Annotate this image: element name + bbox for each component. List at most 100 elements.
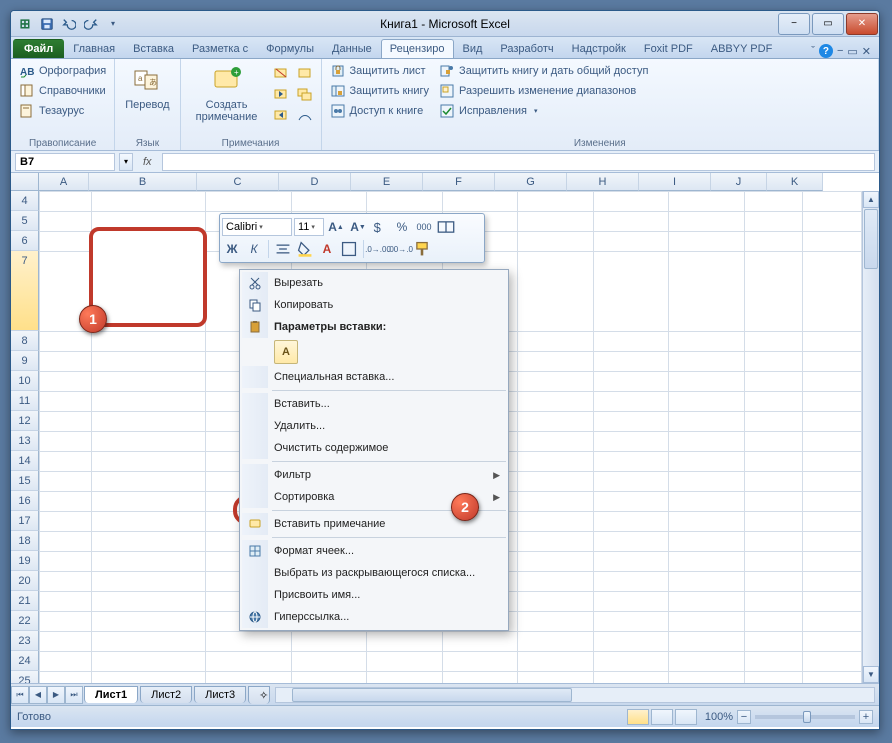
sheet-tab-2[interactable]: Лист2	[140, 686, 192, 703]
cm-filter[interactable]: Фильтр ▶	[242, 464, 506, 486]
maximize-button[interactable]: ▭	[812, 13, 844, 35]
zoom-slider[interactable]	[755, 715, 855, 719]
tab-developer[interactable]: Разработч	[491, 39, 562, 58]
name-box[interactable]: B7	[15, 153, 115, 171]
show-hide-comment-button[interactable]	[293, 64, 317, 84]
view-normal-button[interactable]	[627, 709, 649, 725]
tab-review[interactable]: Рецензиро	[381, 39, 454, 58]
track-changes-button[interactable]: Исправления▾	[435, 101, 652, 121]
row-header-25[interactable]: 25	[11, 671, 39, 683]
vertical-scrollbar[interactable]: ▲ ▼	[862, 191, 879, 683]
decrease-font-icon[interactable]: A▼	[348, 217, 368, 237]
redo-button[interactable]	[81, 14, 101, 34]
borders-icon[interactable]	[339, 239, 359, 259]
italic-icon[interactable]: К	[244, 239, 264, 259]
doc-close-icon[interactable]: ✕	[862, 45, 871, 58]
tab-insert[interactable]: Вставка	[124, 39, 183, 58]
name-box-dropdown[interactable]: ▾	[119, 153, 133, 171]
research-button[interactable]: Справочники	[15, 81, 110, 101]
cm-paste-special[interactable]: Специальная вставка...	[242, 366, 506, 388]
next-comment-button[interactable]	[269, 106, 293, 126]
scroll-up-arrow[interactable]: ▲	[863, 191, 879, 208]
row-header-24[interactable]: 24	[11, 651, 39, 671]
share-workbook-button[interactable]: Доступ к книге	[326, 101, 434, 121]
tab-nav-prev[interactable]: ◀	[29, 686, 47, 704]
cm-insert[interactable]: Вставить...	[242, 393, 506, 415]
column-header-H[interactable]: H	[567, 173, 639, 191]
doc-minimize-icon[interactable]: −	[837, 45, 843, 57]
ribbon-minimize-icon[interactable]: ˇ	[811, 45, 815, 57]
row-header-18[interactable]: 18	[11, 531, 39, 551]
tab-abbyy-pdf[interactable]: ABBYY PDF	[702, 39, 782, 58]
sheet-tab-1[interactable]: Лист1	[84, 686, 138, 703]
column-header-C[interactable]: C	[197, 173, 279, 191]
row-header-14[interactable]: 14	[11, 451, 39, 471]
font-color-icon[interactable]: A	[317, 239, 337, 259]
row-header-5[interactable]: 5	[11, 211, 39, 231]
zoom-handle[interactable]	[803, 711, 811, 723]
row-header-19[interactable]: 19	[11, 551, 39, 571]
select-all-corner[interactable]	[11, 173, 39, 191]
format-painter-icon[interactable]	[412, 239, 432, 259]
tab-formulas[interactable]: Формулы	[257, 39, 323, 58]
accounting-format-icon[interactable]: $	[370, 217, 390, 237]
cm-format-cells[interactable]: Формат ячеек...	[242, 540, 506, 562]
minimize-button[interactable]: −	[778, 13, 810, 35]
row-header-17[interactable]: 17	[11, 511, 39, 531]
bold-icon[interactable]: Ж	[222, 239, 242, 259]
cm-define-name[interactable]: Присвоить имя...	[242, 584, 506, 606]
column-header-D[interactable]: D	[279, 173, 351, 191]
cm-hyperlink[interactable]: Гиперссылка...	[242, 606, 506, 628]
column-header-G[interactable]: G	[495, 173, 567, 191]
view-page-break-button[interactable]	[675, 709, 697, 725]
qat-customize-dropdown[interactable]: ▾	[103, 14, 123, 34]
row-header-16[interactable]: 16	[11, 491, 39, 511]
row-header-4[interactable]: 4	[11, 191, 39, 211]
tab-nav-last[interactable]: ⏭	[65, 686, 83, 704]
translate-button[interactable]: aあ Перевод	[119, 61, 175, 115]
comma-format-icon[interactable]: 000	[414, 217, 434, 237]
column-header-B[interactable]: B	[89, 173, 197, 191]
show-ink-button[interactable]	[293, 106, 317, 126]
tab-view[interactable]: Вид	[454, 39, 492, 58]
column-header-F[interactable]: F	[423, 173, 495, 191]
column-header-J[interactable]: J	[711, 173, 767, 191]
delete-comment-button[interactable]	[269, 64, 293, 84]
row-header-20[interactable]: 20	[11, 571, 39, 591]
spelling-button[interactable]: ABC Орфография	[15, 61, 110, 81]
cm-delete[interactable]: Удалить...	[242, 415, 506, 437]
zoom-in-button[interactable]: +	[859, 710, 873, 724]
increase-font-icon[interactable]: A▲	[326, 217, 346, 237]
thesaurus-button[interactable]: Тезаурус	[15, 101, 110, 121]
fx-icon[interactable]: fx	[137, 156, 158, 168]
row-header-21[interactable]: 21	[11, 591, 39, 611]
cm-pick-dropdown[interactable]: Выбрать из раскрывающегося списка...	[242, 562, 506, 584]
mini-font-select[interactable]: Calibri▾	[222, 218, 292, 236]
allow-edit-ranges-button[interactable]: Разрешить изменение диапазонов	[435, 81, 652, 101]
zoom-percent[interactable]: 100%	[705, 711, 733, 723]
help-icon[interactable]: ?	[819, 44, 833, 58]
merge-center-icon[interactable]	[436, 217, 456, 237]
tab-foxit-pdf[interactable]: Foxit PDF	[635, 39, 702, 58]
scroll-thumb-v[interactable]	[864, 209, 878, 269]
row-header-6[interactable]: 6	[11, 231, 39, 251]
scroll-down-arrow[interactable]: ▼	[863, 666, 879, 683]
new-comment-button[interactable]: + Создать примечание	[185, 61, 269, 127]
tab-home[interactable]: Главная	[64, 39, 124, 58]
percent-format-icon[interactable]: %	[392, 217, 412, 237]
undo-button[interactable]	[59, 14, 79, 34]
protect-workbook-button[interactable]: Защитить книгу	[326, 81, 434, 101]
column-header-A[interactable]: A	[39, 173, 89, 191]
decrease-decimal-icon[interactable]: .00→.0	[390, 239, 410, 259]
row-header-15[interactable]: 15	[11, 471, 39, 491]
row-header-11[interactable]: 11	[11, 391, 39, 411]
formula-input[interactable]	[162, 153, 875, 171]
row-header-7[interactable]: 7	[11, 251, 39, 331]
increase-decimal-icon[interactable]: .0→.00	[368, 239, 388, 259]
doc-restore-icon[interactable]: ▭	[847, 45, 857, 58]
horizontal-scrollbar[interactable]	[275, 687, 875, 703]
scroll-thumb-h[interactable]	[292, 688, 572, 702]
row-header-23[interactable]: 23	[11, 631, 39, 651]
prev-comment-button[interactable]	[269, 85, 293, 105]
excel-icon[interactable]: ⊞	[15, 14, 35, 34]
